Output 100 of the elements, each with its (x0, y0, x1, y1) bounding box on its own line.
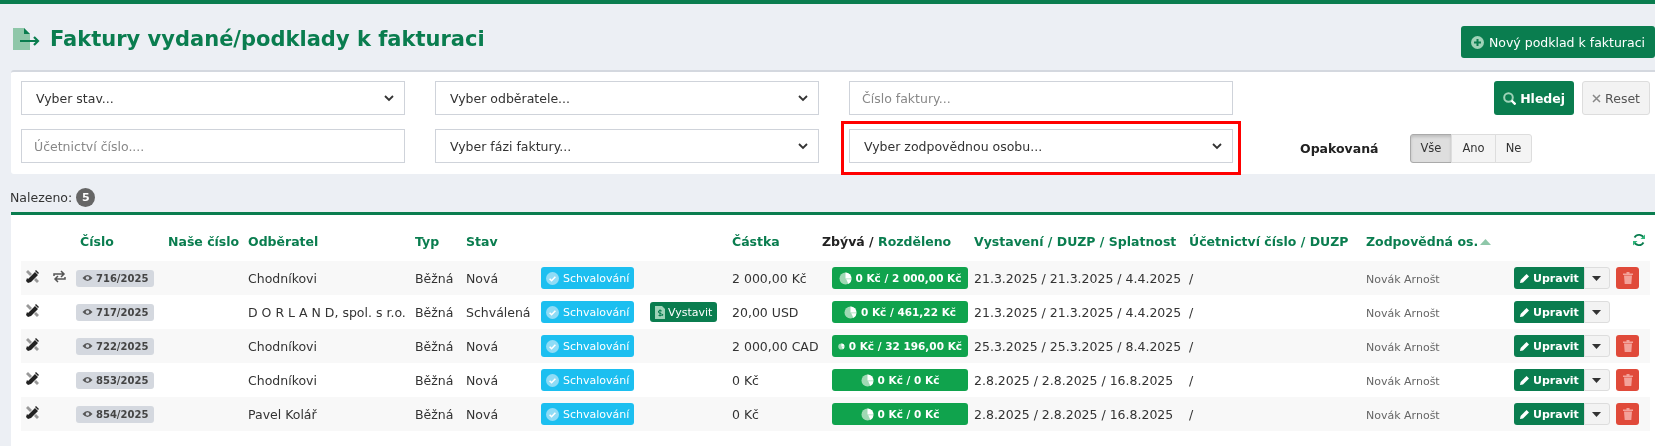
split-button[interactable]: 0 Kč / 0 Kč (832, 369, 968, 391)
split-button[interactable]: 0 Kč / 32 196,00 Kč (832, 335, 968, 357)
table-cell: / (1189, 406, 1194, 422)
table-cell: Pavel Kolář (248, 406, 317, 422)
caret-down-icon (1592, 411, 1602, 417)
filter-label: Opakovaná (1300, 140, 1379, 156)
reset-button[interactable]: Reset (1582, 81, 1650, 115)
pencil-ruler-icon[interactable] (25, 269, 40, 284)
table-cell: 21.3.2025 / 21.3.2025 / 4.4.2025 (974, 304, 1182, 320)
dropdown-toggle[interactable] (1583, 335, 1610, 357)
select-field[interactable]: Vyber odběratele... (435, 81, 819, 115)
search-icon (1503, 91, 1517, 105)
table-cell: 20,00 USD (732, 304, 799, 320)
table-cell: Chodníkovi (248, 372, 317, 388)
table-cell: 25.3.2025 / 25.3.2025 / 8.4.2025 (974, 338, 1182, 354)
toggle-button[interactable]: Ano (1451, 133, 1496, 163)
eye-icon (82, 308, 93, 316)
table-cell: Schválená (466, 304, 531, 320)
table-cell: 0 Kč (732, 406, 759, 422)
column-header[interactable]: Naše číslo (168, 233, 240, 249)
edit-button[interactable]: Upravit (1514, 301, 1584, 323)
invoice-number-badge[interactable]: 722/2025 (76, 337, 155, 355)
file-arrow-icon (12, 27, 42, 51)
column-header[interactable]: Typ (415, 233, 440, 249)
dropdown-toggle[interactable] (1583, 267, 1610, 289)
table-cell: Běžná (415, 406, 454, 422)
invoice-number-badge[interactable]: 854/2025 (76, 405, 155, 423)
column-header[interactable]: Zodpovědná os. (1366, 233, 1479, 249)
column-header[interactable]: Zbývá (822, 233, 865, 249)
eye-icon (82, 376, 93, 384)
chevron-down-icon (1212, 142, 1222, 150)
pencil-icon (1519, 272, 1530, 284)
column-header[interactable]: Odběratel (248, 233, 319, 249)
split-button[interactable]: 0 Kč / 0 Kč (832, 403, 968, 425)
invoice-number-badge[interactable]: 716/2025 (76, 269, 155, 287)
pencil-icon (1519, 306, 1530, 318)
caret-down-icon (1592, 309, 1602, 315)
check-circle-icon (546, 373, 559, 387)
column-header[interactable]: Vystavení / DUZP / Splatnost (974, 233, 1177, 249)
eye-icon (82, 274, 93, 282)
column-header[interactable]: Číslo (80, 233, 114, 249)
pencil-icon (1519, 340, 1530, 352)
dropdown-toggle[interactable] (1583, 403, 1610, 425)
pie-chart-icon (844, 305, 857, 319)
pie-chart-icon (838, 271, 852, 285)
select-field[interactable]: Vyber zodpovědnou osobu... (849, 129, 1233, 163)
table-cell: Běžná (415, 372, 454, 388)
table-cell: / (1189, 270, 1194, 286)
toggle-button[interactable]: Ne (1494, 133, 1533, 163)
pencil-ruler-icon[interactable] (25, 303, 40, 318)
pie-chart-icon (860, 407, 874, 421)
column-header[interactable]: Rozděleno (878, 233, 952, 249)
table-cell: 0 Kč (732, 372, 759, 388)
check-circle-icon (546, 305, 559, 319)
column-header[interactable]: Částka (732, 233, 780, 249)
invoice-number-badge[interactable]: 853/2025 (76, 371, 155, 389)
table-cell: D O R L A N D, spol. s r.o. (248, 304, 406, 320)
split-button[interactable]: 0 Kč / 461,22 Kč (832, 301, 968, 323)
select-field[interactable]: Vyber fázi faktury... (435, 129, 819, 163)
edit-button[interactable]: Upravit (1514, 369, 1584, 391)
table-cell: / (1189, 304, 1194, 320)
edit-button[interactable]: Upravit (1514, 403, 1584, 425)
trash-icon (1622, 374, 1633, 386)
trash-icon (1622, 408, 1633, 420)
split-button[interactable]: 0 Kč / 2 000,00 Kč (832, 267, 968, 289)
search-button[interactable]: Hledej (1494, 81, 1575, 115)
table-cell: Novák Arnošt (1366, 340, 1440, 354)
chevron-down-icon (798, 94, 808, 102)
input-field[interactable]: Číslo faktury... (849, 81, 1233, 115)
edit-button[interactable]: Upravit (1514, 335, 1584, 357)
table-cell: Novák Arnošt (1366, 306, 1440, 320)
column-header[interactable]: Stav (466, 233, 498, 249)
eye-icon (82, 342, 93, 350)
new-invoice-button[interactable]: Nový podklad k fakturaci (1460, 26, 1655, 58)
found-label: Nalezeno: (10, 190, 73, 205)
table-cell: 2 000,00 CAD (732, 338, 819, 354)
dropdown-toggle[interactable] (1583, 301, 1610, 323)
eye-icon (82, 410, 93, 418)
invoice-number-badge[interactable]: 717/2025 (76, 303, 155, 321)
table-cell: Nová (466, 372, 499, 388)
pencil-ruler-icon[interactable] (25, 337, 40, 352)
select-field[interactable]: Vyber stav... (21, 81, 405, 115)
column-header[interactable]: Účetnictví číslo / DUZP (1189, 233, 1349, 249)
plus-circle-icon (1470, 35, 1484, 49)
table-cell: / (1189, 338, 1194, 354)
pie-chart-icon (860, 373, 874, 387)
pencil-ruler-icon[interactable] (25, 405, 40, 420)
dropdown-toggle[interactable] (1583, 369, 1610, 391)
pencil-ruler-icon[interactable] (25, 371, 40, 386)
issue-button[interactable]: Vystavit (650, 302, 718, 322)
check-circle-icon (546, 407, 559, 421)
table-cell: Běžná (415, 304, 454, 320)
toggle-button[interactable]: Vše (1409, 133, 1453, 163)
input-field[interactable]: Účetnictví číslo.... (21, 129, 405, 163)
refresh-icon[interactable] (1632, 232, 1646, 247)
edit-button[interactable]: Upravit (1514, 267, 1584, 289)
check-circle-icon (546, 271, 559, 285)
table-cell: Novák Arnošt (1366, 272, 1440, 286)
table-cell: Nová (466, 270, 499, 286)
trash-icon (1622, 340, 1633, 352)
